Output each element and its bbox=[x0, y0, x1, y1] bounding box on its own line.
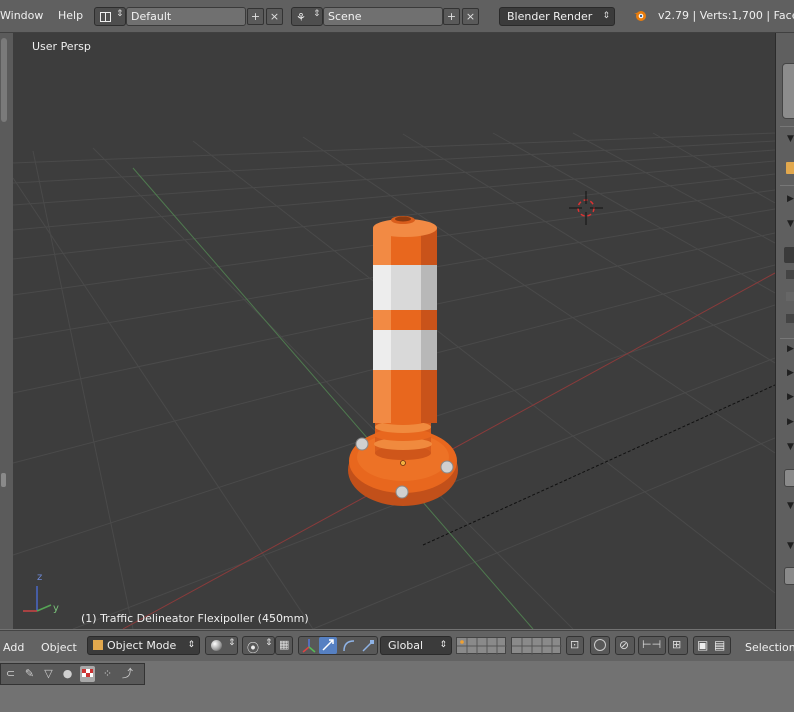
snap-toggle[interactable]: ▦ bbox=[275, 636, 293, 655]
add-icon[interactable]: + bbox=[247, 8, 264, 25]
camera-line bbox=[422, 384, 775, 546]
pivot-select[interactable]: ⦿ ⇕ bbox=[242, 636, 275, 655]
screen-layout-selector[interactable]: ⇕ bbox=[94, 7, 126, 26]
checkbox[interactable] bbox=[786, 292, 794, 301]
updown-icon: ⇕ bbox=[313, 9, 321, 19]
field-partial[interactable] bbox=[784, 247, 794, 263]
texture-icon[interactable] bbox=[80, 666, 95, 682]
updown-icon: ⇕ bbox=[187, 640, 195, 650]
camera-icon[interactable]: ▤ bbox=[714, 638, 725, 652]
updown-icon: ⇕ bbox=[116, 9, 124, 19]
close-icon[interactable]: × bbox=[266, 8, 283, 25]
menu-object[interactable]: Object bbox=[41, 641, 77, 654]
3d-view-header: Add Object Object Mode ⇕ ⇕ ⦿ ⇕ ▦ Global … bbox=[0, 630, 794, 661]
render-buttons: ▣ ▤ bbox=[693, 636, 731, 655]
panel-expand-arrow[interactable]: ▶ bbox=[787, 343, 794, 355]
blender-logo-icon bbox=[633, 8, 647, 22]
menu-help[interactable]: Help bbox=[58, 9, 83, 22]
render-icon[interactable]: ▣ bbox=[697, 638, 708, 652]
render-engine-select[interactable]: Blender Render ⇕ bbox=[499, 7, 615, 26]
panel-expand-arrow[interactable]: ▶ bbox=[787, 367, 794, 379]
panel-collapse-arrow[interactable]: ▼ bbox=[787, 540, 794, 552]
panel-collapse-arrow[interactable]: ▼ bbox=[787, 500, 794, 512]
manipulator-group bbox=[298, 636, 378, 655]
scrollbar[interactable] bbox=[1, 38, 7, 122]
orientation-label: Global bbox=[388, 639, 424, 652]
add-icon[interactable]: + bbox=[443, 8, 460, 25]
active-object-label: (1) Traffic Delineator Flexipoller (450m… bbox=[81, 612, 309, 625]
button-partial[interactable] bbox=[784, 567, 794, 585]
snap-align-toggle[interactable]: ⊞ bbox=[668, 636, 688, 655]
updown-icon: ⇕ bbox=[439, 640, 447, 650]
gizmo-y-label: y bbox=[53, 603, 59, 614]
layers-icon[interactable] bbox=[511, 637, 562, 655]
panel-tab[interactable] bbox=[782, 63, 794, 119]
panel-expand-arrow[interactable]: ▶ bbox=[787, 416, 794, 428]
snap-icon: ⊘ bbox=[619, 638, 630, 652]
gizmo-z-label: z bbox=[37, 572, 43, 583]
layout-icon bbox=[100, 12, 111, 22]
mode-label: Object Mode bbox=[107, 639, 177, 652]
shading-sphere-icon bbox=[211, 640, 222, 651]
proportional-icon bbox=[594, 639, 606, 651]
checkbox[interactable] bbox=[786, 314, 794, 323]
shelf-handle[interactable] bbox=[1, 473, 6, 487]
button-partial[interactable] bbox=[784, 469, 794, 487]
tool-shelf-collapsed[interactable] bbox=[0, 33, 14, 629]
info-header: Window Help ⇕ Default + × ⚘ ⇕ Scene + × … bbox=[0, 0, 794, 33]
snap-target-select[interactable]: ⊢⊣ bbox=[638, 636, 666, 655]
viewport-shading-select[interactable]: ⇕ bbox=[205, 636, 238, 655]
link-icon[interactable]: ⊂ bbox=[3, 666, 18, 682]
scene-icon: ⚘ bbox=[296, 11, 306, 24]
panel-collapse-arrow[interactable]: ▼ bbox=[787, 133, 794, 145]
panel-expand-arrow[interactable]: ▶ bbox=[787, 391, 794, 403]
constraint-icon[interactable]: ▽ bbox=[41, 666, 56, 682]
scene-selector[interactable]: ⚘ ⇕ bbox=[291, 7, 323, 26]
traffic-delineator-model bbox=[348, 216, 458, 506]
selection-label: Selection bbox=[745, 641, 794, 654]
cube-icon bbox=[93, 640, 103, 650]
lock-icon: ⊡ bbox=[570, 638, 580, 651]
manipulator-icon: ⊞ bbox=[672, 638, 682, 651]
orientation-select[interactable]: Global ⇕ bbox=[380, 636, 452, 655]
manipulator-icon[interactable] bbox=[301, 638, 317, 653]
scale-icon[interactable] bbox=[360, 638, 376, 653]
material-icon[interactable]: ● bbox=[60, 666, 75, 682]
cube-icon bbox=[786, 162, 794, 174]
properties-panel-partial[interactable]: ▼ ▶ ▼ ▶ ▶ ▶ ▶ ▼ ▼ ▼ bbox=[775, 33, 794, 629]
properties-context-tabs: ⊂ ✎ ▽ ● ⁘ ⤴ bbox=[0, 663, 145, 685]
menu-add[interactable]: Add bbox=[3, 641, 24, 654]
physics-icon[interactable]: ⤴ bbox=[120, 666, 135, 682]
panel-collapse-arrow[interactable]: ▼ bbox=[787, 218, 794, 230]
panel-expand-arrow[interactable]: ▶ bbox=[787, 193, 794, 205]
snap-icon: ▦ bbox=[279, 638, 290, 651]
viewport-scene bbox=[13, 132, 775, 629]
mode-select[interactable]: Object Mode ⇕ bbox=[87, 636, 200, 655]
proportional-toggle[interactable] bbox=[590, 636, 610, 655]
wrench-icon[interactable]: ✎ bbox=[22, 666, 37, 682]
screen-layout-field[interactable]: Default bbox=[126, 7, 246, 26]
menu-window[interactable]: Window bbox=[0, 9, 43, 22]
snap-target-icon: ⊢⊣ bbox=[642, 638, 662, 651]
checkbox[interactable] bbox=[786, 270, 794, 279]
3d-viewport[interactable]: User Persp z y (1) Traffic Delineator Fl… bbox=[13, 33, 775, 629]
axis-gizmo bbox=[23, 586, 52, 612]
panel-collapse-arrow[interactable]: ▼ bbox=[787, 441, 794, 453]
updown-icon: ⇕ bbox=[265, 638, 273, 648]
updown-icon: ⇕ bbox=[228, 638, 236, 648]
close-icon[interactable]: × bbox=[462, 8, 479, 25]
particles-icon[interactable]: ⁘ bbox=[100, 666, 115, 682]
pivot-icon: ⦿ bbox=[247, 641, 260, 655]
lock-toggle[interactable]: ⊡ bbox=[566, 636, 584, 655]
updown-icon: ⇕ bbox=[602, 11, 610, 21]
rotate-icon[interactable] bbox=[341, 638, 357, 653]
translate-icon[interactable] bbox=[319, 637, 337, 654]
render-engine-label: Blender Render bbox=[507, 10, 593, 23]
snap-element-toggle[interactable]: ⊘ bbox=[615, 636, 635, 655]
scene-field[interactable]: Scene bbox=[323, 7, 443, 26]
layers-icon[interactable] bbox=[456, 637, 507, 655]
scene-stats: v2.79 | Verts:1,700 | Faces bbox=[658, 9, 794, 22]
view-label: User Persp bbox=[32, 40, 91, 53]
y-axis-line bbox=[132, 167, 534, 629]
